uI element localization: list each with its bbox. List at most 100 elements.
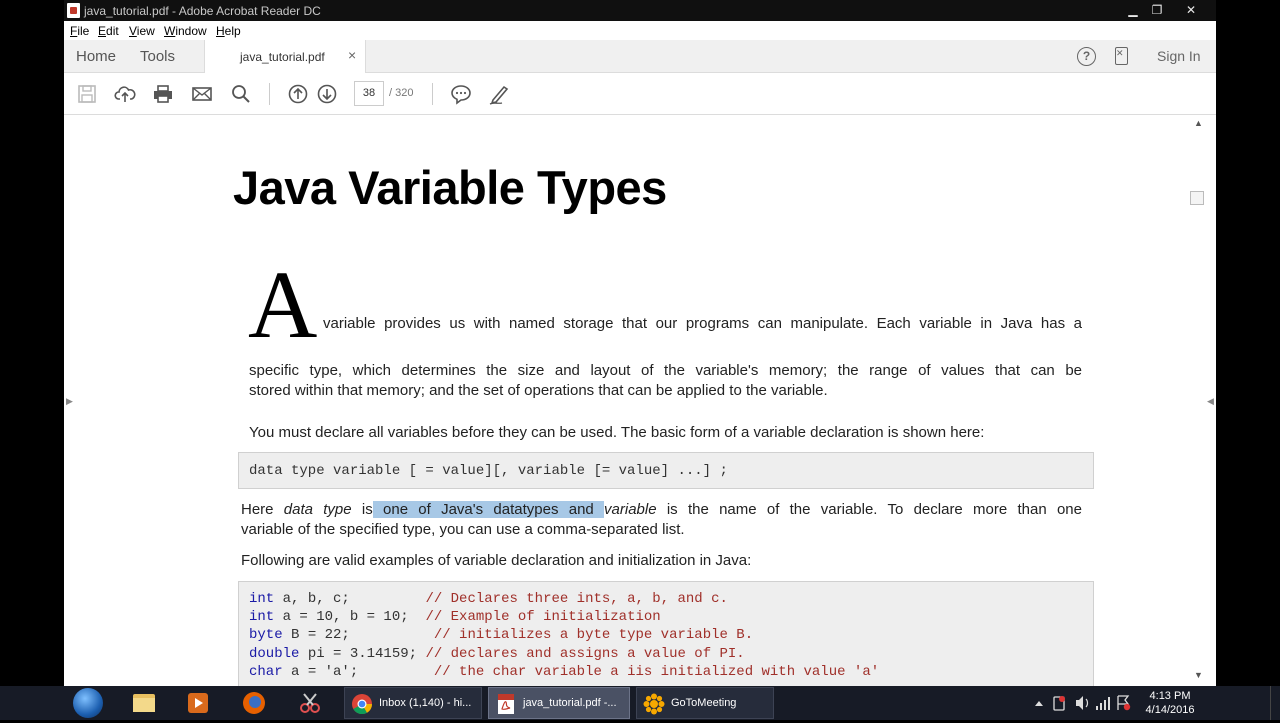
toolbar: 38 / 320 (64, 73, 1216, 115)
code-block-syntax: data type variable [ = value][, variable… (238, 452, 1094, 489)
document-view[interactable]: ▶ ◀ Java Variable Types A variable provi… (64, 116, 1216, 686)
snipping-tool-icon[interactable] (290, 688, 330, 718)
email-icon[interactable] (191, 83, 213, 105)
pdf-page: Java Variable Types A variable provides … (64, 116, 1184, 686)
tab-home[interactable]: Home (76, 48, 116, 65)
tab-tools[interactable]: Tools (140, 48, 175, 65)
close-button[interactable]: ✕ (1180, 1, 1202, 19)
tab-document[interactable]: java_tutorial.pdf × (204, 40, 366, 73)
show-desktop-button[interactable] (1270, 686, 1280, 720)
scroll-up-icon[interactable]: ▲ (1194, 118, 1203, 128)
selected-text-highlight: one of Java's datatypes and (372, 501, 605, 518)
tab-bar: Home Tools java_tutorial.pdf × ? Sign In (64, 40, 1216, 73)
code-line: char a = 'a'; // the char variable a iis… (249, 664, 879, 680)
menu-window[interactable]: Window (164, 24, 207, 38)
taskbar-item-label: Inbox (1,140) - hi... (379, 697, 472, 709)
paragraph-4: Following are valid examples of variable… (241, 552, 752, 569)
system-tray (1030, 686, 1140, 720)
gotomeeting-icon (643, 693, 665, 715)
paragraph-2: You must declare all variables before th… (249, 424, 985, 441)
menu-help[interactable]: Help (216, 24, 241, 38)
code-body: pi = 3.14159; (299, 646, 426, 662)
maximize-button[interactable]: ❐ (1146, 1, 1168, 19)
code-body: a = 10, b = 10; (274, 609, 426, 625)
paragraph-1-line-1: variable provides us with named storage … (323, 315, 1082, 332)
chrome-icon (352, 694, 373, 715)
network-icon (1096, 706, 1098, 710)
code-body: a = 'a'; (282, 664, 434, 680)
page-down-icon[interactable] (316, 83, 338, 105)
toolbar-divider (269, 83, 270, 105)
para3-text: Here (241, 501, 284, 518)
firefox-icon[interactable] (234, 688, 274, 718)
system-clock[interactable]: 4:13 PM 4/14/2016 (1140, 689, 1200, 717)
clock-date: 4/14/2016 (1145, 704, 1195, 716)
code-keyword: int (249, 609, 275, 625)
taskbar-item-gotomeeting[interactable]: GoToMeeting (636, 687, 774, 719)
scroll-down-icon[interactable]: ▼ (1194, 670, 1203, 680)
code-keyword: byte (249, 627, 283, 643)
paragraph-1-line-3: stored within that memory; and the set o… (249, 382, 828, 399)
code-keyword: double (249, 646, 300, 662)
code-line: byte B = 22; // initializes a byte type … (249, 627, 753, 643)
code-comment: // Declares three ints, a, b, and c. (425, 591, 728, 607)
menu-view[interactable]: View (129, 24, 155, 38)
para3-em-variable: variable (604, 501, 657, 518)
page-total: / 320 (389, 87, 414, 99)
comment-icon[interactable] (450, 83, 472, 105)
sign-in-link[interactable]: Sign In (1157, 48, 1201, 64)
tab-document-label: java_tutorial.pdf (240, 50, 325, 64)
code-body: a, b, c; (274, 591, 426, 607)
acrobat-icon (498, 694, 514, 714)
window-title: java_tutorial.pdf - Adobe Acrobat Reader… (84, 4, 321, 18)
code-comment: // the char variable a iis initialized w… (433, 664, 880, 680)
mobile-link-icon[interactable] (1115, 47, 1128, 65)
code-line: int a, b, c; // Declares three ints, a, … (249, 591, 728, 607)
taskbar-item-label: GoToMeeting (671, 697, 737, 709)
search-icon[interactable] (230, 83, 252, 105)
paragraph-1-line-2: specific type, which determines the size… (249, 362, 1082, 379)
right-panel-toggle-icon[interactable]: ◀ (1207, 396, 1214, 407)
explorer-icon[interactable] (124, 688, 164, 718)
minimize-button[interactable]: ▁ (1122, 1, 1144, 19)
code-keyword: char (249, 664, 283, 680)
page-up-icon[interactable] (287, 83, 309, 105)
code-line: double pi = 3.14159; // declares and ass… (249, 646, 745, 662)
taskbar-item-acrobat[interactable]: java_tutorial.pdf -... (488, 687, 630, 719)
paragraph-3-line-1: Here data type is one of Java's datatype… (241, 501, 1082, 518)
sign-icon[interactable] (488, 83, 510, 105)
taskbar-item-label: java_tutorial.pdf -... (523, 697, 617, 709)
print-icon[interactable] (152, 83, 174, 105)
code-body: B = 22; (282, 627, 434, 643)
clock-time: 4:13 PM (1149, 690, 1191, 702)
upload-icon[interactable] (114, 83, 136, 105)
drop-cap: A (248, 251, 318, 358)
tab-close-icon[interactable]: × (348, 47, 356, 63)
paragraph-3-line-2: variable of the specified type, you can … (241, 521, 685, 538)
code-line: int a = 10, b = 10; // Example of initia… (249, 609, 661, 625)
save-icon[interactable] (76, 83, 98, 105)
tray-expand-icon (1035, 701, 1043, 706)
code-comment: // Example of initialization (425, 609, 661, 625)
code-block-examples: int a, b, c; // Declares three ints, a, … (238, 581, 1094, 686)
menu-edit[interactable]: Edit (98, 24, 119, 38)
vertical-scrollbar[interactable]: ▲ ▼ (1190, 116, 1207, 686)
start-button[interactable] (70, 686, 106, 720)
para3-text: is (351, 501, 373, 518)
code-comment: // initializes a byte type variable B. (433, 627, 754, 643)
acrobat-app-icon (67, 3, 80, 18)
para3-text: is the name of the variable. To declare … (656, 501, 1082, 518)
volume-icon (1076, 696, 1083, 710)
para3-em-datatype: data type (283, 501, 352, 518)
menu-bar: File Edit View Window Help (64, 21, 1216, 40)
media-player-icon[interactable] (178, 688, 218, 718)
desktop-screen: java_tutorial.pdf - Adobe Acrobat Reader… (0, 0, 1280, 720)
taskbar-item-chrome[interactable]: Inbox (1,140) - hi... (344, 687, 482, 719)
windows-logo-icon (73, 688, 103, 718)
page-number-input[interactable]: 38 (354, 81, 384, 106)
help-icon[interactable]: ? (1077, 47, 1096, 66)
menu-file[interactable]: File (70, 24, 89, 38)
code-comment: // declares and assigns a value of PI. (425, 646, 745, 662)
scroll-thumb[interactable] (1190, 191, 1204, 205)
code-syntax-line: data type variable [ = value][, variable… (249, 463, 728, 479)
